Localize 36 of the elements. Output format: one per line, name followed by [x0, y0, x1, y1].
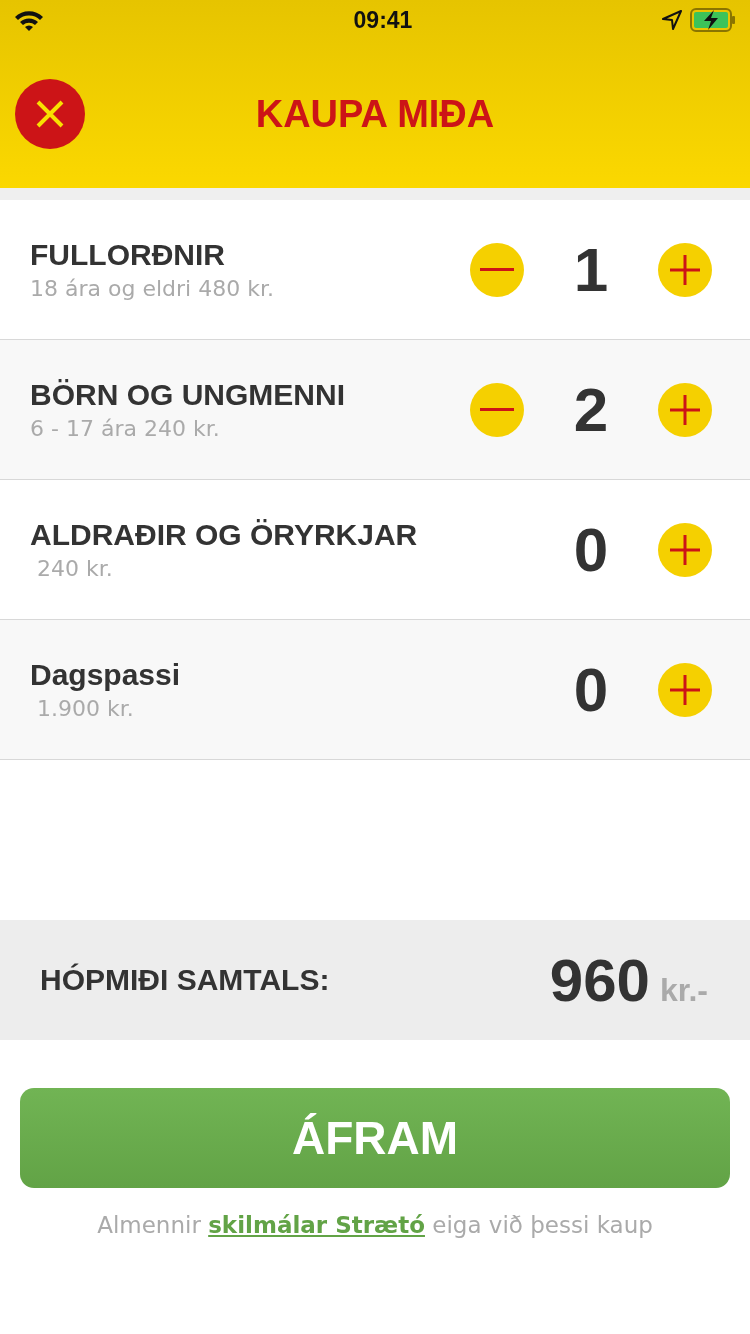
plus-button[interactable] — [658, 522, 712, 577]
minus-icon — [480, 267, 514, 272]
terms-link[interactable]: skilmálar Strætó — [208, 1212, 425, 1238]
ticket-price: 1.900 kr. — [36, 696, 135, 721]
minus-button[interactable] — [470, 242, 524, 297]
ticket-count: 1 — [572, 234, 610, 305]
ticket-price: 6 - 17 ára 240 kr. — [30, 416, 221, 441]
minus-button[interactable] — [470, 382, 524, 437]
ticket-name: BÖRN OG UNGMENNI — [30, 378, 346, 412]
plus-icon — [670, 534, 700, 565]
plus-button[interactable] — [658, 382, 712, 437]
page-title: KAUPA MIÐA — [254, 92, 496, 136]
close-icon — [35, 99, 65, 129]
ticket-name: FULLORÐNIR — [30, 238, 226, 272]
total-amount: 960 — [549, 945, 650, 1015]
terms-text: Almennir skilmálar Strætó eiga við þessi kaup — [96, 1212, 654, 1238]
minus-icon — [480, 407, 514, 412]
status-time: 09:41 — [353, 6, 413, 34]
ticket-count: 2 — [572, 374, 610, 445]
ticket-count: 0 — [572, 514, 610, 585]
plus-button[interactable] — [658, 662, 712, 717]
plus-icon — [670, 674, 700, 705]
ticket-name: Dagspassi — [30, 658, 182, 692]
plus-icon — [670, 394, 700, 425]
continue-button[interactable]: ÁFRAM — [20, 1088, 730, 1188]
ticket-name: ALDRAÐIR OG ÖRYRKJAR — [30, 518, 419, 552]
ticket-price: 18 ára og eldri 480 kr. — [30, 276, 275, 301]
location-arrow-icon — [662, 10, 682, 30]
total-label: HÓPMIÐI SAMTALS: — [40, 963, 330, 997]
wifi-icon — [14, 9, 44, 31]
plus-button[interactable] — [658, 242, 712, 297]
plus-icon — [670, 254, 700, 285]
battery-charging-icon — [690, 8, 736, 32]
ticket-count: 0 — [572, 654, 610, 725]
ticket-price: 240 kr. — [36, 556, 114, 581]
currency-unit: kr.- — [659, 971, 708, 1009]
